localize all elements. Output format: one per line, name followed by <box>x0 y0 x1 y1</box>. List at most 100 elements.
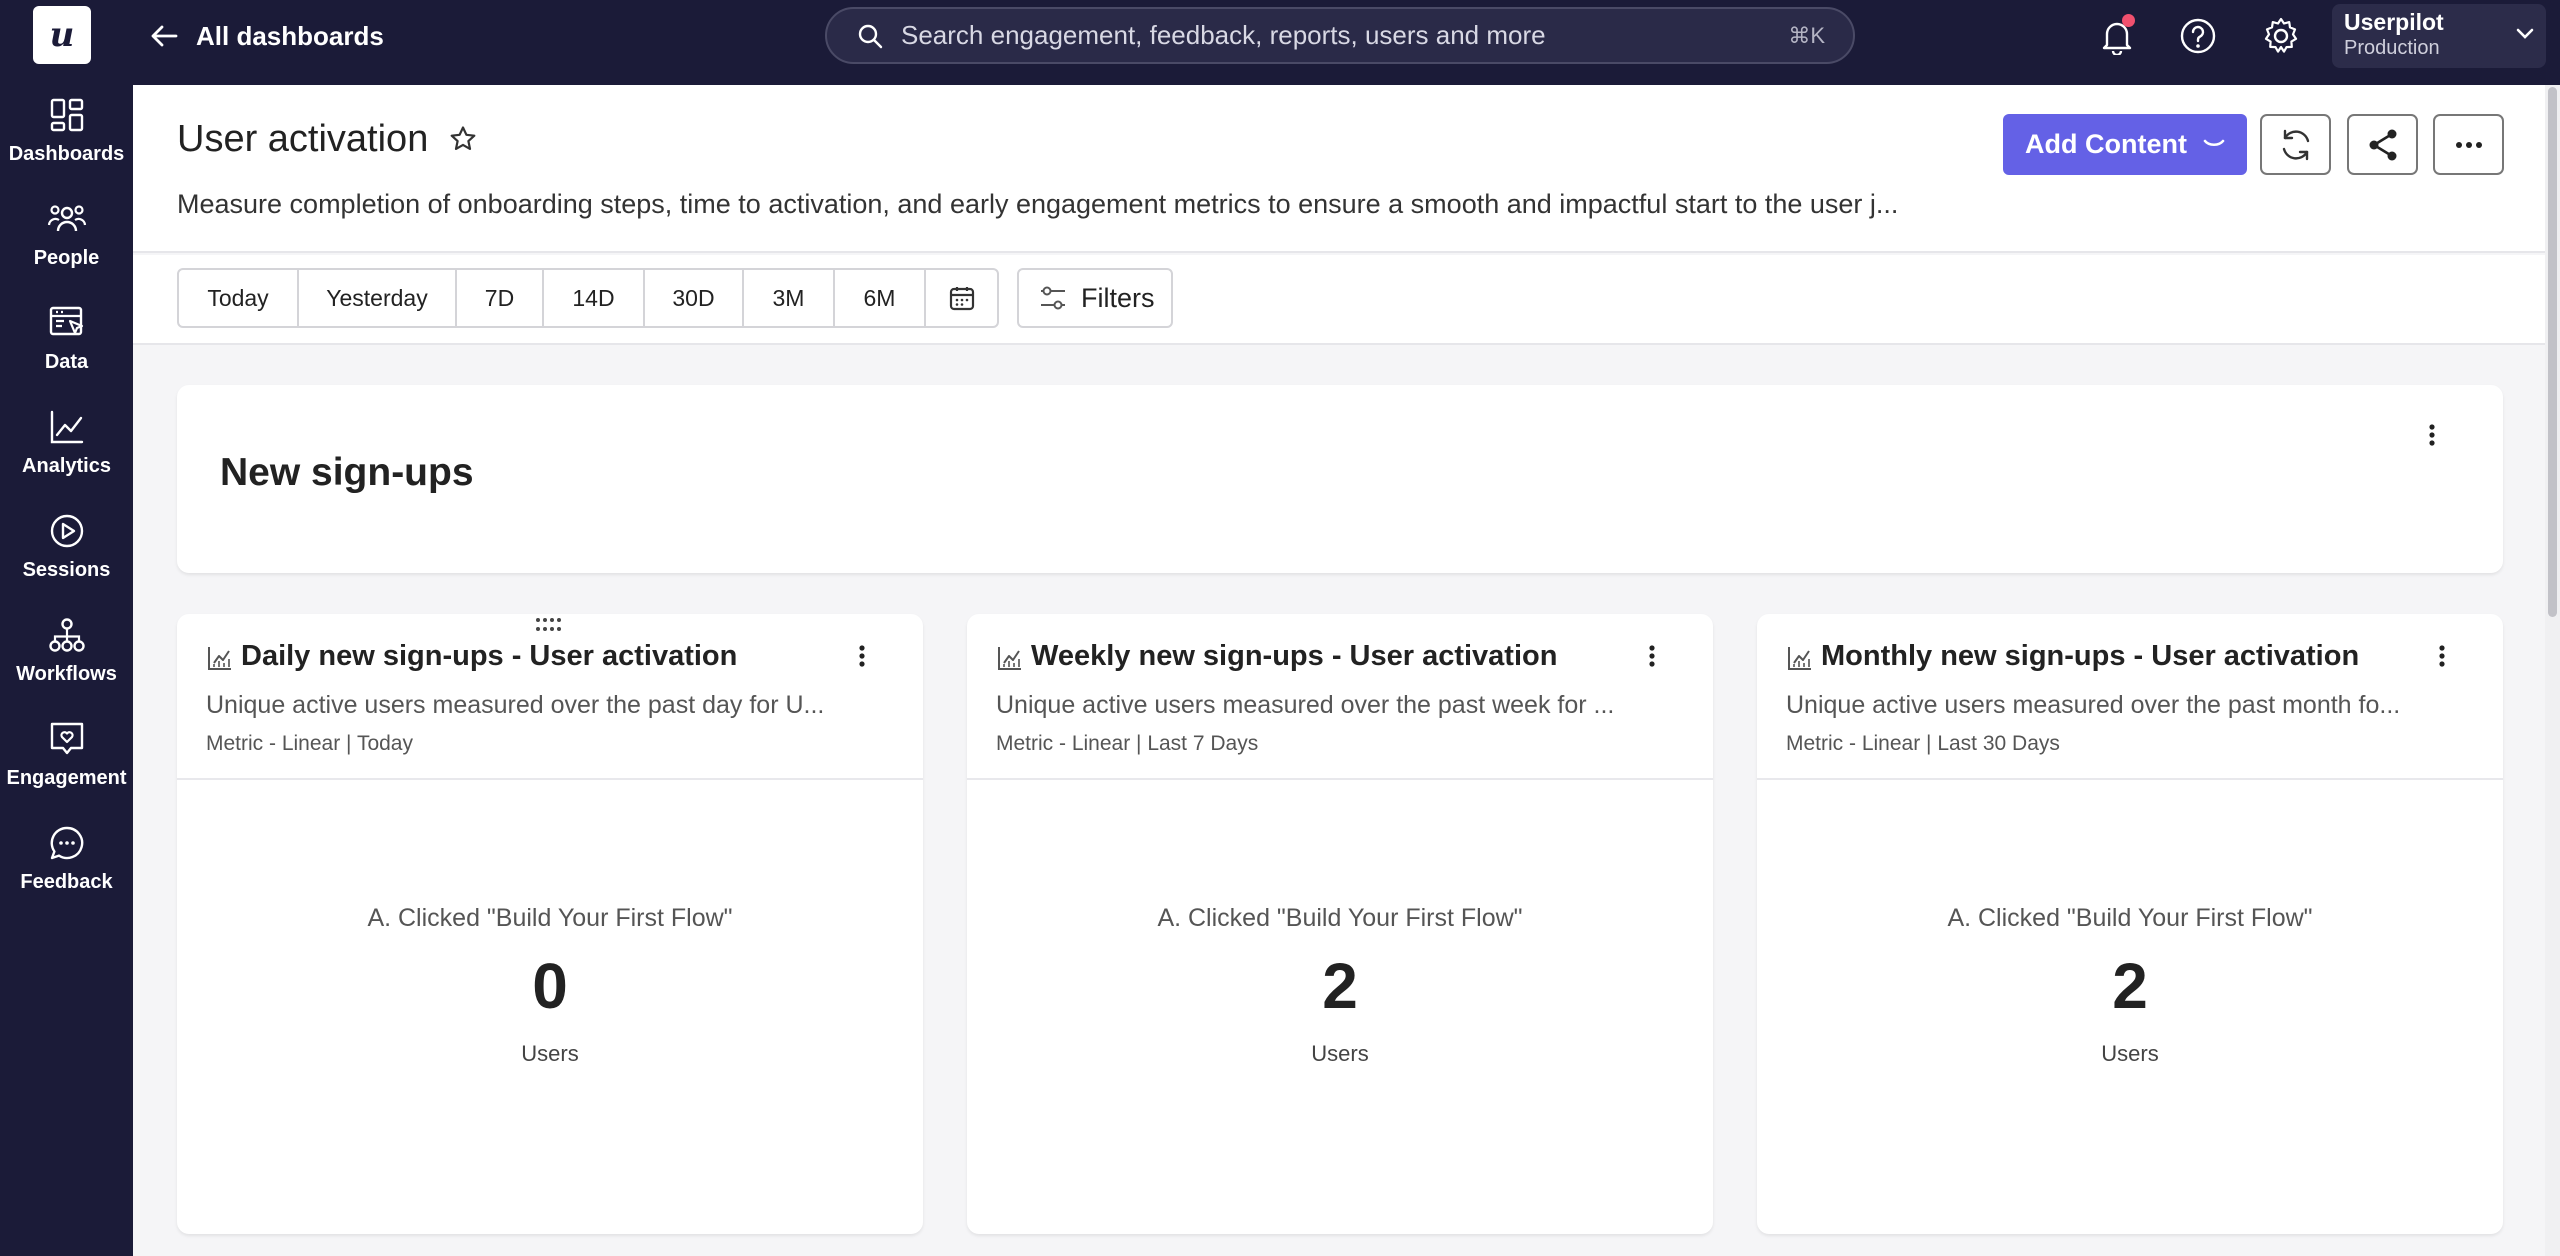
card-meta: Metric - Linear | Last 30 Days <box>1786 732 2060 755</box>
section-header-card: New sign-ups <box>177 385 2503 573</box>
metric-card-weekly[interactable]: Weekly new sign-ups - User activation Un… <box>967 614 1713 1234</box>
vertical-scrollbar[interactable] <box>2545 85 2560 1256</box>
card-title: Weekly new sign-ups - User activation <box>1031 640 1558 672</box>
data-icon <box>49 306 83 336</box>
metric-event-label: A. Clicked "Build Your First Flow" <box>367 904 733 932</box>
metric-value: 2 <box>1322 950 1358 1022</box>
more-vertical-icon <box>2429 424 2435 446</box>
range-3m[interactable]: 3M <box>744 270 835 326</box>
range-6m[interactable]: 6M <box>835 270 926 326</box>
sidebar-item-feedback[interactable]: Feedback <box>0 823 133 913</box>
calendar-icon <box>949 287 974 311</box>
gear-icon <box>2264 17 2298 53</box>
userpilot-logo[interactable]: u <box>33 6 91 64</box>
sidebar-item-people[interactable]: People <box>0 199 133 289</box>
metric-card-monthly[interactable]: Monthly new sign-ups - User activation U… <box>1757 614 2503 1234</box>
card-description: Unique active users measured over the pa… <box>996 691 1615 719</box>
all-dashboards-link[interactable]: All dashboards <box>150 18 384 54</box>
scrollbar-thumb[interactable] <box>2548 87 2557 617</box>
sidebar-item-engagement[interactable]: Engagement <box>0 719 133 809</box>
card-menu-button[interactable] <box>2427 636 2457 676</box>
arrow-left-icon <box>151 25 178 47</box>
sidebar-item-dashboards[interactable]: Dashboards <box>0 95 133 185</box>
metric-unit: Users <box>2101 1041 2159 1066</box>
chart-icon <box>1788 647 1811 670</box>
more-options-button[interactable] <box>2433 114 2504 175</box>
sidebar-item-label: People <box>33 247 100 269</box>
workflows-icon <box>48 618 85 652</box>
range-14d[interactable]: 14D <box>544 270 645 326</box>
feedback-icon <box>50 826 83 860</box>
range-today[interactable]: Today <box>179 270 299 326</box>
share-icon <box>2369 129 2396 160</box>
settings-button[interactable] <box>2259 14 2303 58</box>
page-description: Measure completion of onboarding steps, … <box>177 189 1899 219</box>
sidebar-item-data[interactable]: Data <box>0 303 133 393</box>
account-switcher[interactable]: Userpilot Production <box>2332 4 2546 68</box>
drag-handle-icon[interactable] <box>535 616 563 634</box>
page-title: User activation <box>177 118 429 160</box>
global-search[interactable]: ⌘K <box>825 7 1855 64</box>
sidebar-item-sessions[interactable]: Sessions <box>0 511 133 601</box>
notifications-button[interactable] <box>2095 14 2139 58</box>
section-menu-button[interactable] <box>2417 415 2447 455</box>
sidebar-item-label: Dashboards <box>8 143 125 165</box>
refresh-button[interactable] <box>2260 114 2331 175</box>
sidebar-item-analytics[interactable]: Analytics <box>0 407 133 497</box>
dashboard-header: User activation Measure completion of on… <box>133 85 2545 253</box>
add-content-label: Add Content <box>2025 129 2187 159</box>
sidebar-item-label: Data <box>44 351 89 373</box>
share-button[interactable] <box>2347 114 2418 175</box>
card-description: Unique active users measured over the pa… <box>206 691 825 719</box>
sidebar: Dashboards People Data Analytics Session… <box>0 85 133 1256</box>
star-icon[interactable] <box>449 125 477 153</box>
sidebar-item-workflows[interactable]: Workflows <box>0 615 133 705</box>
card-divider <box>177 778 923 780</box>
card-title: Daily new sign-ups - User activation <box>241 640 738 672</box>
card-menu-button[interactable] <box>1637 636 1667 676</box>
sidebar-item-label: Sessions <box>22 559 111 581</box>
sidebar-item-label: Feedback <box>20 871 113 893</box>
card-title: Monthly new sign-ups - User activation <box>1821 640 2360 672</box>
filters-icon <box>1041 286 1065 310</box>
card-description: Unique active users measured over the pa… <box>1786 691 2401 719</box>
card-meta: Metric - Linear | Today <box>206 732 413 755</box>
more-horizontal-icon <box>2455 141 2482 148</box>
search-input[interactable] <box>901 20 1789 51</box>
logo-letter: u <box>49 15 75 55</box>
card-divider <box>1757 778 2503 780</box>
metric-value: 0 <box>532 950 568 1022</box>
range-yesterday[interactable]: Yesterday <box>299 270 457 326</box>
metric-unit: Users <box>521 1041 579 1066</box>
metric-value: 2 <box>2112 950 2148 1022</box>
engagement-icon <box>50 722 83 755</box>
main-content: User activation Measure completion of on… <box>133 85 2545 1256</box>
chevron-down-icon <box>2203 139 2225 146</box>
sessions-icon <box>50 514 83 548</box>
metric-card-daily[interactable]: Daily new sign-ups - User activation Uni… <box>177 614 923 1234</box>
range-7d[interactable]: 7D <box>457 270 544 326</box>
chevron-down-icon <box>2516 28 2534 39</box>
dashboards-icon <box>50 98 83 132</box>
sidebar-item-label: Workflows <box>16 663 117 685</box>
search-icon <box>858 24 883 48</box>
metric-unit: Users <box>1311 1041 1369 1066</box>
search-shortcut: ⌘K <box>1788 22 1825 48</box>
date-range-selector: Today Yesterday 7D 14D 30D 3M 6M <box>177 268 999 328</box>
top-bar: u All dashboards ⌘K Userpilot Production <box>0 0 2560 85</box>
more-vertical-icon <box>1649 645 1655 667</box>
custom-date-button[interactable] <box>926 270 997 326</box>
help-button[interactable] <box>2176 14 2220 58</box>
card-menu-button[interactable] <box>847 636 877 676</box>
filters-label: Filters <box>1081 282 1155 313</box>
filters-button[interactable]: Filters <box>1017 268 1173 328</box>
add-content-button[interactable]: Add Content <box>2003 114 2247 175</box>
date-filter-toolbar: Today Yesterday 7D 14D 30D 3M 6M Filters <box>133 255 2545 345</box>
people-icon <box>47 205 86 232</box>
more-vertical-icon <box>2439 645 2445 667</box>
chart-icon <box>208 647 231 670</box>
sidebar-item-label: Engagement <box>6 767 127 789</box>
range-30d[interactable]: 30D <box>645 270 744 326</box>
sidebar-item-label: Analytics <box>22 455 111 477</box>
all-dashboards-label: All dashboards <box>196 20 384 51</box>
